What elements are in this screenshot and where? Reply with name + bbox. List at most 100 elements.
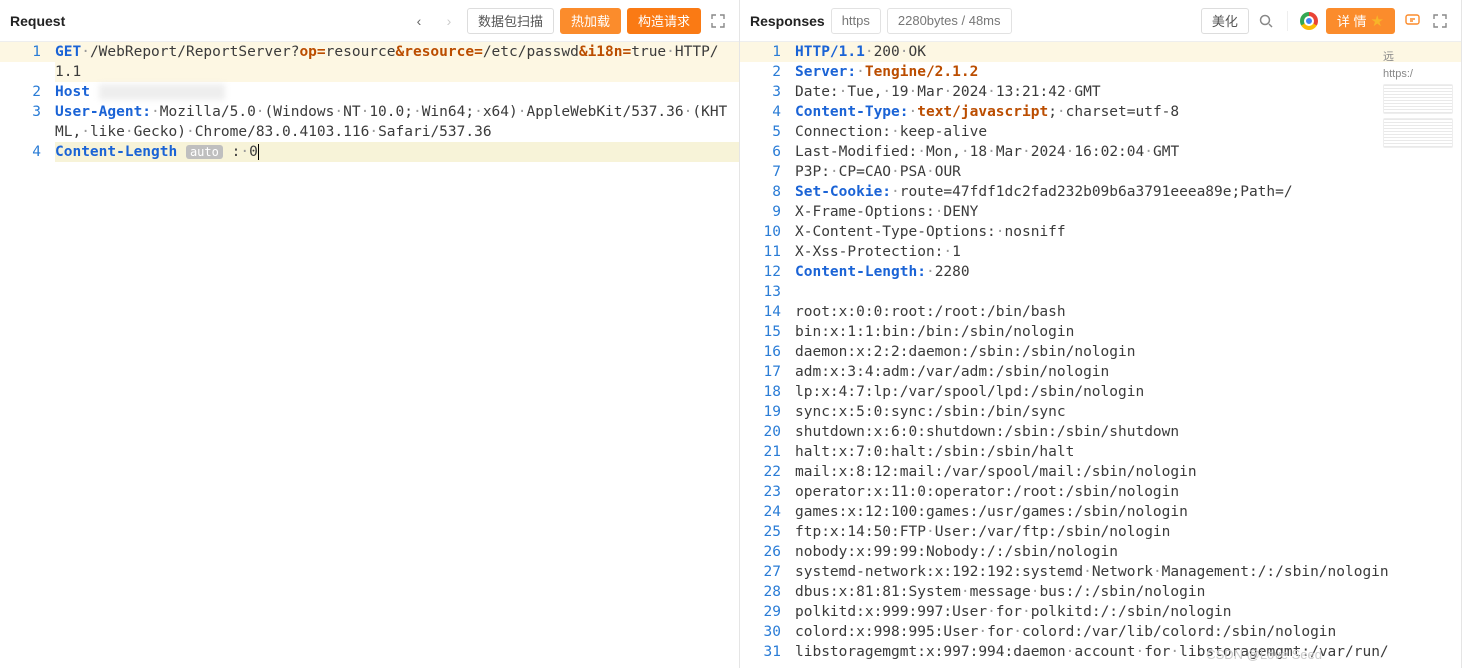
expand-response-icon[interactable] <box>1429 10 1451 32</box>
gutter-number: 20 <box>740 422 795 442</box>
nav-forward-icon[interactable]: › <box>437 9 461 33</box>
code-content[interactable]: P3P:·CP=CAO·PSA·OUR <box>795 162 1461 182</box>
code-line[interactable]: 5Connection:·keep-alive <box>740 122 1461 142</box>
code-content[interactable]: Last-Modified:·Mon,·18·Mar·2024·16:02:04… <box>795 142 1461 162</box>
code-line[interactable]: 3User-Agent:·Mozilla/5.0·(Windows·NT·10.… <box>0 102 739 142</box>
code-content[interactable]: Content-Type:·text/javascript;·charset=u… <box>795 102 1461 122</box>
minimap-2[interactable] <box>1383 118 1453 148</box>
code-line[interactable]: 4Content-Type:·text/javascript;·charset=… <box>740 102 1461 122</box>
code-line[interactable]: 20shutdown:x:6:0:shutdown:/sbin:/sbin/sh… <box>740 422 1461 442</box>
gutter-number: 8 <box>740 182 795 202</box>
search-icon[interactable] <box>1255 10 1277 32</box>
code-line[interactable]: 1HTTP/1.1·200·OK <box>740 42 1461 62</box>
code-content[interactable]: games:x:12:100:games:/usr/games:/sbin/no… <box>795 502 1461 522</box>
response-title: Responses <box>750 13 825 29</box>
code-content[interactable]: adm:x:3:4:adm:/var/adm:/sbin/nologin <box>795 362 1461 382</box>
expand-icon[interactable] <box>707 10 729 32</box>
code-content[interactable]: shutdown:x:6:0:shutdown:/sbin:/sbin/shut… <box>795 422 1461 442</box>
gutter-number: 6 <box>740 142 795 162</box>
code-line[interactable]: 27systemd-network:x:192:192:systemd·Netw… <box>740 562 1461 582</box>
code-line[interactable]: 19sync:x:5:0:sync:/sbin:/bin/sync <box>740 402 1461 422</box>
code-content[interactable]: X-Xss-Protection:·1 <box>795 242 1461 262</box>
chat-icon[interactable] <box>1401 10 1423 32</box>
code-content[interactable]: root:x:0:0:root:/root:/bin/bash <box>795 302 1461 322</box>
request-editor[interactable]: 1GET·/WebReport/ReportServer?op=resource… <box>0 42 739 668</box>
code-line[interactable]: 2Server:·Tengine/2.1.2 <box>740 62 1461 82</box>
hotload-button[interactable]: 热加载 <box>560 8 621 34</box>
detail-button[interactable]: 详 情★ <box>1326 8 1395 34</box>
beautify-button[interactable]: 美化 <box>1201 8 1249 34</box>
gutter-number: 18 <box>740 382 795 402</box>
nav-back-icon[interactable]: ‹ <box>407 9 431 33</box>
code-content[interactable]: halt:x:7:0:halt:/sbin:/sbin/halt <box>795 442 1461 462</box>
code-content[interactable]: lp:x:4:7:lp:/var/spool/lpd:/sbin/nologin <box>795 382 1461 402</box>
code-content[interactable]: operator:x:11:0:operator:/root:/sbin/nol… <box>795 482 1461 502</box>
code-content[interactable]: mail:x:8:12:mail:/var/spool/mail:/sbin/n… <box>795 462 1461 482</box>
gutter-number: 2 <box>740 62 795 82</box>
code-line[interactable]: 6Last-Modified:·Mon,·18·Mar·2024·16:02:0… <box>740 142 1461 162</box>
code-content[interactable]: X-Content-Type-Options:·nosniff <box>795 222 1461 242</box>
gutter-number: 26 <box>740 542 795 562</box>
gutter-number: 4 <box>0 142 55 162</box>
code-line[interactable]: 2Host xxxxxxxxxxxxxx <box>0 82 739 102</box>
code-line[interactable]: 11X-Xss-Protection:·1 <box>740 242 1461 262</box>
code-content[interactable]: systemd-network:x:192:192:systemd·Networ… <box>795 562 1461 582</box>
code-content[interactable]: Connection:·keep-alive <box>795 122 1461 142</box>
code-line[interactable]: 14root:x:0:0:root:/root:/bin/bash <box>740 302 1461 322</box>
code-content[interactable]: daemon:x:2:2:daemon:/sbin:/sbin/nologin <box>795 342 1461 362</box>
code-line[interactable]: 22mail:x:8:12:mail:/var/spool/mail:/sbin… <box>740 462 1461 482</box>
code-line[interactable]: 12Content-Length:·2280 <box>740 262 1461 282</box>
code-content[interactable]: Set-Cookie:·route=47fdf1dc2fad232b09b6a3… <box>795 182 1461 202</box>
code-content[interactable]: libstoragemgmt:x:997:994:daemon·account·… <box>795 642 1461 662</box>
code-content[interactable]: dbus:x:81:81:System·message·bus:/:/sbin/… <box>795 582 1461 602</box>
code-content[interactable]: colord:x:998:995:User·for·colord:/var/li… <box>795 622 1461 642</box>
code-content[interactable]: sync:x:5:0:sync:/sbin:/bin/sync <box>795 402 1461 422</box>
code-content[interactable]: bin:x:1:1:bin:/bin:/sbin/nologin <box>795 322 1461 342</box>
code-content[interactable]: Date:·Tue,·19·Mar·2024·13:21:42·GMT <box>795 82 1461 102</box>
code-content[interactable]: polkitd:x:999:997:User·for·polkitd:/:/sb… <box>795 602 1461 622</box>
code-line[interactable]: 8Set-Cookie:·route=47fdf1dc2fad232b09b6a… <box>740 182 1461 202</box>
code-line[interactable]: 9X-Frame-Options:·DENY <box>740 202 1461 222</box>
code-line[interactable]: 24games:x:12:100:games:/usr/games:/sbin/… <box>740 502 1461 522</box>
code-line[interactable]: 18lp:x:4:7:lp:/var/spool/lpd:/sbin/nolog… <box>740 382 1461 402</box>
code-content[interactable]: X-Frame-Options:·DENY <box>795 202 1461 222</box>
gutter-number: 24 <box>740 502 795 522</box>
code-content[interactable]: nobody:x:99:99:Nobody:/:/sbin/nologin <box>795 542 1461 562</box>
gutter-number: 17 <box>740 362 795 382</box>
code-line[interactable]: 10X-Content-Type-Options:·nosniff <box>740 222 1461 242</box>
code-line[interactable]: 13 <box>740 282 1461 302</box>
code-line[interactable]: 30colord:x:998:995:User·for·colord:/var/… <box>740 622 1461 642</box>
gutter-number: 1 <box>0 42 55 62</box>
code-line[interactable]: 17adm:x:3:4:adm:/var/adm:/sbin/nologin <box>740 362 1461 382</box>
code-content[interactable]: HTTP/1.1·200·OK <box>795 42 1461 62</box>
code-line[interactable]: 1GET·/WebReport/ReportServer?op=resource… <box>0 42 739 82</box>
code-line[interactable]: 4Content-Length auto :·0 <box>0 142 739 162</box>
chrome-icon[interactable] <box>1298 10 1320 32</box>
code-content[interactable]: Content-Length auto :·0 <box>55 142 739 162</box>
gutter-number: 4 <box>740 102 795 122</box>
code-content[interactable]: User-Agent:·Mozilla/5.0·(Windows·NT·10.0… <box>55 102 739 142</box>
response-editor[interactable]: 1HTTP/1.1·200·OK2Server:·Tengine/2.1.23D… <box>740 42 1461 668</box>
code-content[interactable]: ftp:x:14:50:FTP·User:/var/ftp:/sbin/nolo… <box>795 522 1461 542</box>
build-request-button[interactable]: 构造请求 <box>627 8 701 34</box>
code-line[interactable]: 23operator:x:11:0:operator:/root:/sbin/n… <box>740 482 1461 502</box>
gutter-number: 5 <box>740 122 795 142</box>
code-line[interactable]: 26nobody:x:99:99:Nobody:/:/sbin/nologin <box>740 542 1461 562</box>
code-line[interactable]: 3Date:·Tue,·19·Mar·2024·13:21:42·GMT <box>740 82 1461 102</box>
code-line[interactable]: 29polkitd:x:999:997:User·for·polkitd:/:/… <box>740 602 1461 622</box>
code-line[interactable]: 15bin:x:1:1:bin:/bin:/sbin/nologin <box>740 322 1461 342</box>
code-content[interactable]: Server:·Tengine/2.1.2 <box>795 62 1461 82</box>
code-line[interactable]: 31libstoragemgmt:x:997:994:daemon·accoun… <box>740 642 1461 662</box>
gutter-number: 13 <box>740 282 795 302</box>
code-line[interactable]: 21halt:x:7:0:halt:/sbin:/sbin/halt <box>740 442 1461 462</box>
code-content[interactable]: Content-Length:·2280 <box>795 262 1461 282</box>
code-line[interactable]: 16daemon:x:2:2:daemon:/sbin:/sbin/nologi… <box>740 342 1461 362</box>
code-line[interactable]: 28dbus:x:81:81:System·message·bus:/:/sbi… <box>740 582 1461 602</box>
scan-button[interactable]: 数据包扫描 <box>467 8 554 34</box>
code-line[interactable]: 7P3P:·CP=CAO·PSA·OUR <box>740 162 1461 182</box>
code-content[interactable]: GET·/WebReport/ReportServer?op=resource&… <box>55 42 739 82</box>
code-line[interactable]: 25ftp:x:14:50:FTP·User:/var/ftp:/sbin/no… <box>740 522 1461 542</box>
meta-pill: 2280bytes / 48ms <box>887 8 1012 34</box>
minimap[interactable] <box>1383 84 1453 114</box>
code-content[interactable]: Host xxxxxxxxxxxxxx <box>55 82 739 102</box>
